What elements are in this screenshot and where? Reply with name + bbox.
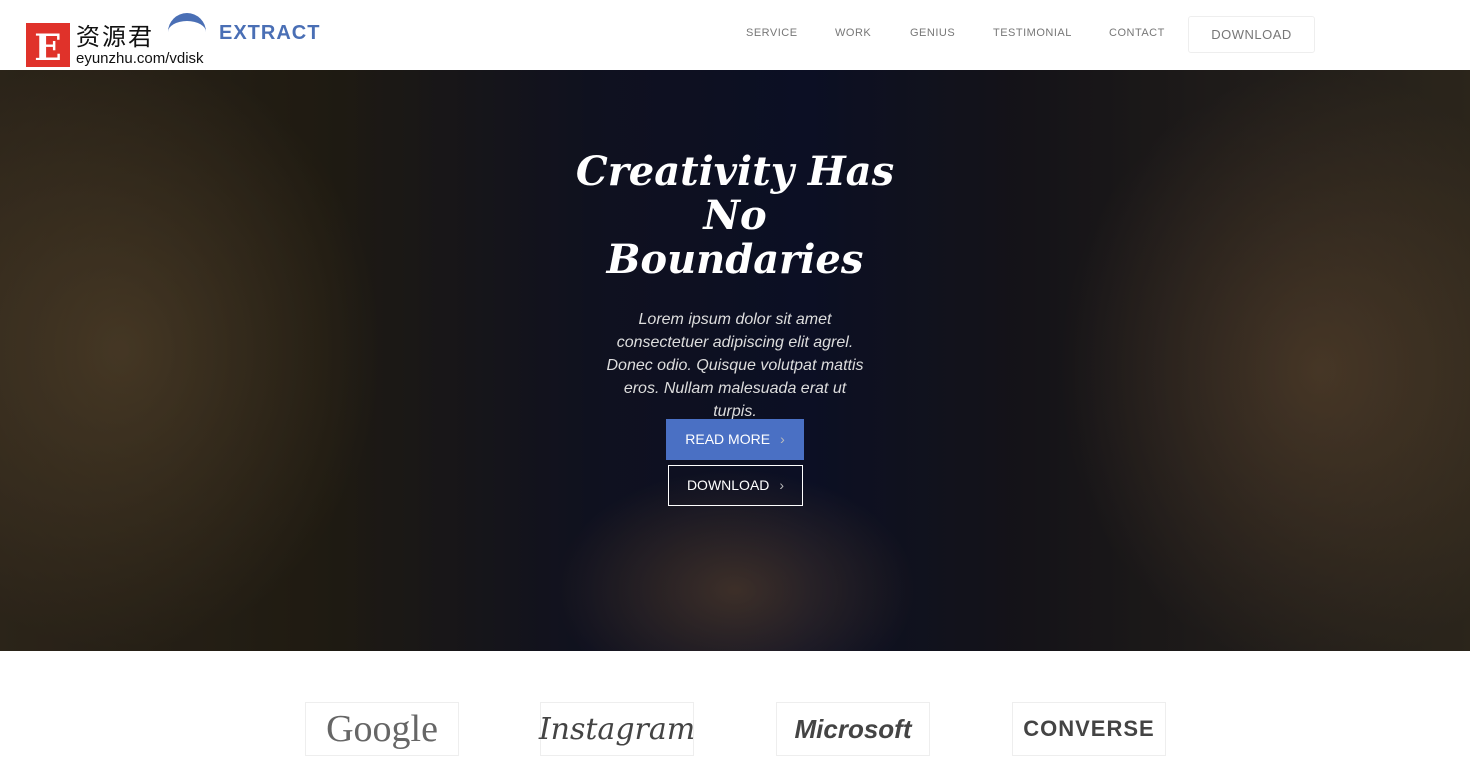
client-logo-instagram: Instagram	[539, 702, 695, 756]
hero-description: Lorem ipsum dolor sit amet consectetuer …	[606, 311, 864, 420]
watermark-url: eyunzhu.com/vdisk	[76, 50, 204, 67]
chevron-right-icon: ›	[780, 431, 785, 447]
chevron-right-icon: ›	[779, 477, 785, 493]
hero-title-line: No	[703, 192, 767, 239]
nav-contact[interactable]: CONTACT	[1109, 27, 1165, 39]
header: E 资源君 eyunzhu.com/vdisk EXTRACT SERVICE …	[0, 0, 1470, 70]
client-logo-google: Google	[305, 702, 459, 756]
hero-title-line: Creativity Has	[575, 148, 895, 195]
nav-testimonial[interactable]: TESTIMONIAL	[993, 27, 1072, 39]
download-label: DOWNLOAD	[686, 477, 770, 493]
read-more-label: READ MORE	[685, 431, 771, 447]
logo-icon	[168, 13, 206, 51]
hero-title: Creativity Has No Boundaries	[560, 150, 910, 282]
brand-logo[interactable]: EXTRACT	[219, 22, 320, 45]
client-logo-converse: CONVERSE	[1012, 702, 1166, 756]
nav-service[interactable]: SERVICE	[746, 27, 798, 39]
nav-work[interactable]: WORK	[835, 27, 871, 39]
nav-genius[interactable]: GENIUS	[910, 27, 955, 39]
hero-download-button[interactable]: DOWNLOAD ›	[668, 465, 803, 506]
hero-title-line: Boundaries	[606, 236, 864, 283]
read-more-button[interactable]: READ MORE ›	[666, 419, 804, 460]
nav-download-button[interactable]: DOWNLOAD	[1188, 16, 1315, 53]
watermark-letter: E	[26, 23, 70, 69]
client-logo-microsoft: Microsoft	[776, 702, 930, 756]
hero-section: Creativity Has No Boundaries Lorem ipsum…	[0, 70, 1470, 651]
